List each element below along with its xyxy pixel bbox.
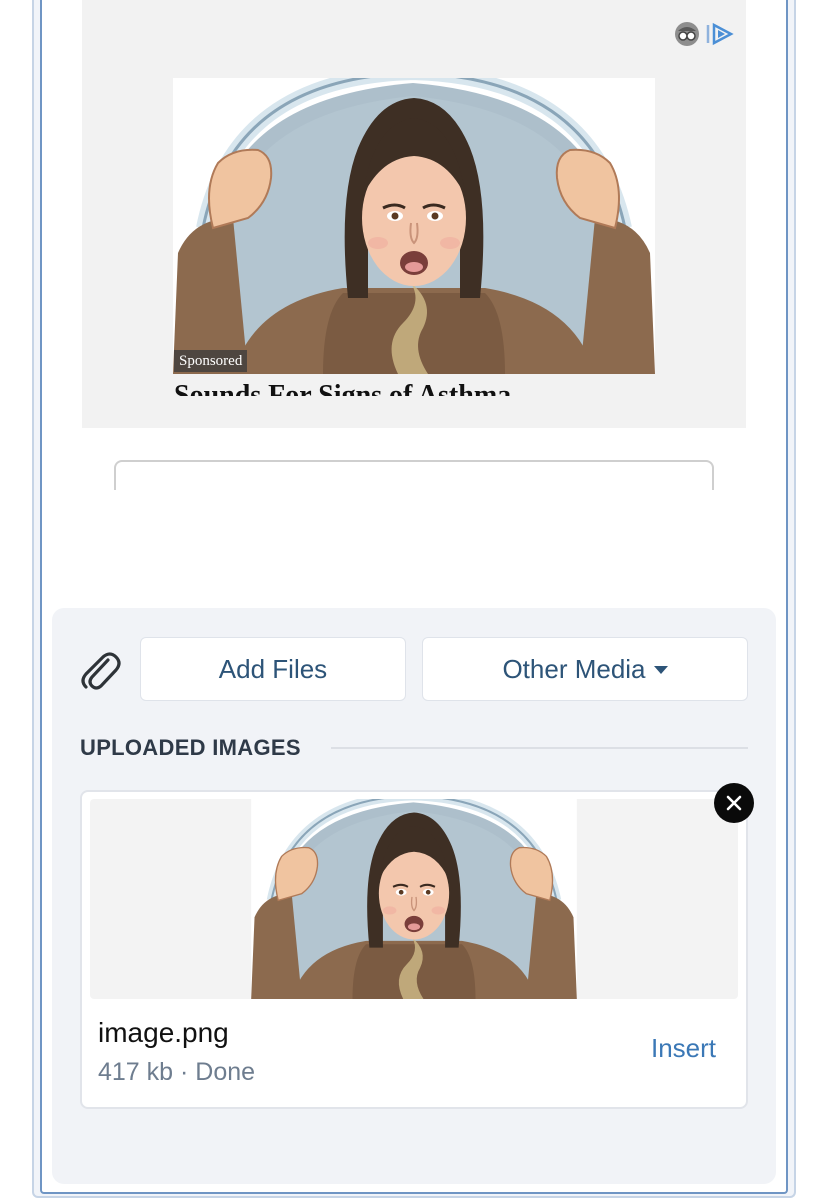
other-media-label: Other Media (502, 653, 646, 684)
caret-down-icon (653, 666, 668, 674)
add-files-button[interactable]: Add Files (140, 637, 406, 701)
file-name: image.png (98, 1017, 229, 1048)
section-divider (331, 747, 748, 749)
other-media-dropdown[interactable]: Other Media (422, 637, 748, 701)
file-meta: 417 kb · Done (98, 1058, 256, 1086)
ad-illustration (173, 78, 655, 374)
ad-headline[interactable]: Sounds For Signs of Asthma (174, 380, 664, 396)
uploaded-images-heading: UPLOADED IMAGES (80, 735, 301, 760)
uploaded-image-thumbnail[interactable] (90, 799, 738, 999)
close-icon (726, 795, 742, 811)
add-files-label: Add Files (218, 653, 328, 684)
comment-box[interactable] (114, 460, 714, 490)
ad-choices-icon[interactable] (674, 21, 700, 47)
insert-button[interactable]: Insert (651, 1032, 716, 1064)
thumbnail-image (179, 799, 649, 999)
adchoices-play-icon[interactable] (704, 22, 734, 46)
remove-upload-button[interactable] (714, 783, 754, 823)
sponsored-badge: Sponsored (174, 350, 248, 372)
ad-image[interactable] (173, 78, 655, 374)
ad-choices[interactable] (674, 20, 734, 48)
sponsored-ad[interactable]: Sponsored Sounds For Signs of Asthma (82, 0, 746, 428)
paperclip-icon (78, 646, 122, 692)
thumbnail-illustration (179, 799, 649, 999)
